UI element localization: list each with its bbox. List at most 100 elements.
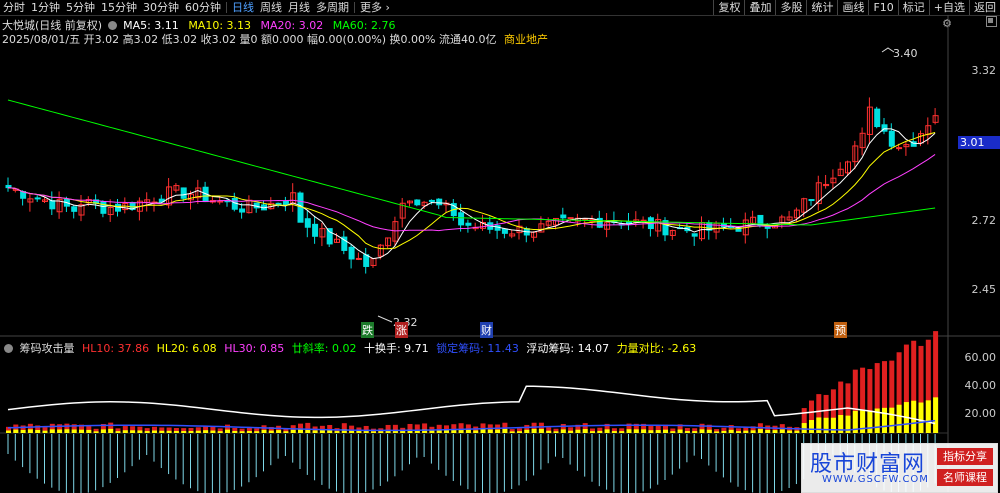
hl20-bar: [465, 429, 471, 433]
candle-body: [808, 199, 815, 202]
hl20-bar: [611, 431, 617, 433]
hl20-bar: [203, 430, 209, 433]
candle-body: [275, 202, 282, 205]
hl20-bar: [750, 430, 756, 433]
hl20-bar: [560, 429, 566, 433]
hl20-bar: [195, 430, 201, 433]
liliang-value: 力量对比: -2.63: [616, 342, 697, 355]
candle-body: [239, 208, 246, 213]
hl20-bar: [356, 430, 362, 433]
hl20-bar: [626, 429, 632, 433]
hl20-bar: [225, 429, 230, 433]
hl20-bar: [210, 430, 216, 433]
hl20-bar: [79, 429, 84, 433]
hl20-bar: [889, 407, 895, 433]
hl20-bar: [246, 431, 252, 433]
indicator-axis-label: 60.00: [964, 351, 997, 364]
hl20-bar: [166, 430, 172, 433]
candle-body: [428, 199, 435, 202]
price-axis-label: 2.72: [971, 214, 997, 227]
indicator-axis-label: 40.00: [964, 379, 997, 392]
candle-body: [465, 222, 472, 226]
hl20-bar: [239, 431, 245, 433]
hl20-bar: [757, 429, 763, 433]
hl20-bar: [699, 429, 705, 433]
indicator-settings-icon[interactable]: [4, 344, 13, 353]
candle-body: [874, 108, 881, 128]
hl20-bar: [6, 430, 11, 433]
hl20-bar: [283, 431, 289, 433]
ma10-line: [7, 131, 936, 250]
watermark-tag-share: 指标分享: [937, 448, 993, 465]
hl20-bar: [487, 429, 493, 433]
hl20-bar: [64, 429, 70, 433]
watermark-logo: 股市财富网 WWW.GSCFW.COM 指标分享 名师课程: [801, 443, 998, 493]
hl20-bar: [130, 430, 136, 433]
hl20-bar: [152, 430, 157, 433]
price-axis-label: 2.45: [971, 283, 997, 296]
hl20-bar: [641, 429, 647, 433]
candle-body: [282, 200, 289, 205]
hl20-bar: [290, 429, 296, 433]
hl20-bar: [268, 430, 274, 433]
event-tag-down[interactable]: 跌: [361, 322, 374, 338]
hl20-bar: [517, 431, 522, 433]
hl20-bar: [568, 430, 574, 433]
fudong-value: 浮动筹码: 14.07: [526, 342, 610, 355]
candle-body: [115, 203, 121, 212]
hl20-bar: [779, 429, 785, 433]
hl20-bar: [378, 431, 384, 433]
floating-chips-line: [7, 385, 936, 425]
event-tag-up[interactable]: 涨: [395, 322, 408, 338]
hl20-bar: [816, 417, 822, 433]
candle-body: [662, 220, 669, 236]
price-chart[interactable]: [0, 0, 1000, 493]
hl20-bar: [743, 430, 749, 433]
hl20-bar: [93, 431, 99, 433]
hl20-bar: [925, 400, 931, 433]
hl20-bar: [108, 428, 114, 433]
hl20-bar: [217, 431, 223, 433]
hl20-bar: [13, 429, 19, 433]
candle-body: [27, 198, 34, 203]
hl20-bar: [933, 397, 939, 433]
hl20-bar: [400, 430, 406, 433]
candle-body: [888, 130, 895, 147]
hl20-bar: [830, 417, 836, 433]
hl10-value: HL10: 37.86: [82, 342, 150, 355]
hl20-bar: [663, 429, 668, 433]
candle-body: [355, 257, 362, 260]
hl20-bar: [100, 429, 106, 433]
hl20-bar: [553, 431, 559, 433]
hl20-bar: [860, 410, 866, 433]
hl20-bar: [677, 429, 683, 433]
hl20-bar: [882, 407, 887, 433]
candle-body: [363, 254, 370, 267]
candle-body: [691, 233, 698, 237]
candle-body: [560, 214, 567, 219]
hl20-bar: [692, 431, 698, 433]
candle-body: [414, 199, 421, 206]
hl20-bar: [867, 410, 873, 433]
hl20-bar: [261, 429, 267, 433]
hl20-bar: [35, 429, 41, 433]
hl20-bar: [173, 431, 179, 433]
hl20-bar: [276, 430, 282, 433]
watermark-tag-course: 名师课程: [937, 469, 993, 486]
hl20-bar: [706, 429, 712, 433]
hl20-bar: [122, 430, 128, 433]
indicator-legend: 筹码攻击量 HL10: 37.86 HL20: 6.08 HL30: 0.85 …: [2, 340, 696, 356]
candle-body: [180, 187, 187, 199]
hl20-bar: [319, 430, 325, 433]
hl20-bar: [809, 420, 814, 433]
hl20-bar: [801, 423, 807, 433]
hl20-bar: [655, 430, 661, 433]
hl20-bar: [86, 429, 92, 433]
hl20-bar: [538, 428, 544, 433]
low-pointer: [377, 315, 393, 323]
event-tag-finance[interactable]: 财: [480, 322, 493, 338]
hl20-bar: [429, 430, 435, 433]
hl20-value: HL20: 6.08: [156, 342, 217, 355]
hl20-bar: [794, 430, 800, 433]
event-tag-forecast[interactable]: 预: [834, 322, 847, 338]
